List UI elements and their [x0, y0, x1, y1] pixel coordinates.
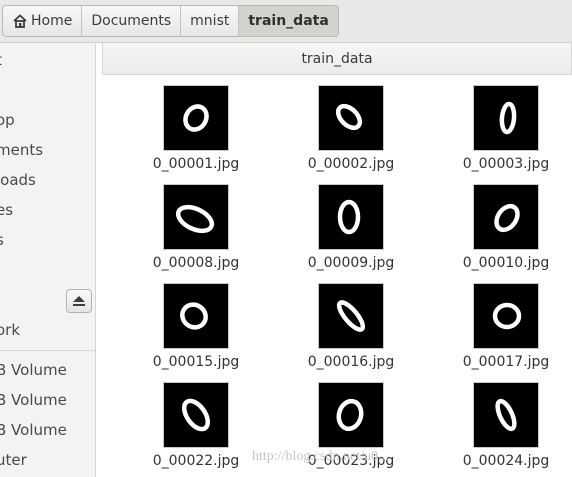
- sidebar-item[interactable]: uter: [0, 451, 27, 469]
- eject-button[interactable]: [66, 289, 92, 313]
- crumb-documents[interactable]: Documents: [82, 6, 182, 36]
- file-item[interactable]: 0_00024.jpg: [436, 382, 572, 474]
- sidebar-item-label: t: [0, 51, 2, 69]
- image-thumbnail: [163, 382, 229, 448]
- file-name: 0_00015.jpg: [152, 354, 240, 370]
- crumb-label: mnist: [190, 13, 230, 29]
- file-item[interactable]: 0_00015.jpg: [126, 283, 266, 375]
- file-item[interactable]: 0_00010.jpg: [436, 184, 572, 276]
- file-name: 0_00016.jpg: [307, 354, 395, 370]
- sidebar-item[interactable]: ork: [0, 321, 20, 339]
- crumb-home[interactable]: Home: [3, 6, 83, 36]
- image-thumbnail: [163, 184, 229, 250]
- file-name: 0_00024.jpg: [462, 453, 550, 469]
- file-name: 0_00003.jpg: [462, 156, 550, 172]
- sidebar-item-label: uter: [0, 451, 27, 469]
- sidebar-item-label: es: [0, 201, 14, 219]
- file-name: 0_00009.jpg: [307, 255, 395, 271]
- file-name: 0_00022.jpg: [152, 453, 240, 469]
- image-thumbnail: [163, 283, 229, 349]
- sidebar-item[interactable]: B Volume: [0, 421, 67, 439]
- sidebar-item-label: ork: [0, 321, 21, 339]
- crumb-label: Documents: [91, 13, 172, 29]
- image-thumbnail: [473, 85, 539, 151]
- image-thumbnail: [318, 85, 384, 151]
- image-thumbnail: [318, 184, 384, 250]
- file-view: train_data 0_00001.jpg 0_00002.jpg 0_00003…: [96, 43, 572, 477]
- sidebar-item[interactable]: t: [0, 51, 2, 69]
- sidebar: t op ments loads es s ork B Volume B Vol…: [0, 43, 96, 477]
- file-item[interactable]: 0_00003.jpg: [436, 85, 572, 177]
- file-item[interactable]: 0_00001.jpg: [126, 85, 266, 177]
- file-name: 0_00001.jpg: [152, 156, 240, 172]
- file-name: 0_00002.jpg: [307, 156, 395, 172]
- sidebar-item-label: B Volume: [0, 421, 67, 439]
- file-item[interactable]: 0_00017.jpg: [436, 283, 572, 375]
- sidebar-item-label: s: [0, 231, 4, 249]
- sidebar-item-label: op: [0, 111, 15, 129]
- eject-icon: [73, 296, 85, 306]
- sidebar-item[interactable]: B Volume: [0, 361, 67, 379]
- file-item[interactable]: 0_00022.jpg: [126, 382, 266, 474]
- breadcrumb: Home Documents mnist train_data: [2, 5, 339, 37]
- sidebar-item-label: B Volume: [0, 391, 67, 409]
- image-thumbnail: [163, 85, 229, 151]
- sidebar-item[interactable]: op: [0, 111, 15, 129]
- file-name: 0_00010.jpg: [462, 255, 550, 271]
- sidebar-item-label: ments: [0, 141, 44, 159]
- path-bar: Home Documents mnist train_data: [0, 0, 572, 43]
- sidebar-item[interactable]: s: [0, 231, 4, 249]
- crumb-train-data[interactable]: train_data: [239, 6, 338, 36]
- watermark: http://blog.csdn.net/u0...: [252, 449, 389, 464]
- sidebar-item-label: loads: [0, 171, 36, 189]
- sidebar-item-label: B Volume: [0, 361, 67, 379]
- sidebar-item[interactable]: B Volume: [0, 391, 67, 409]
- folder-title: train_data: [301, 50, 373, 67]
- image-thumbnail: [318, 283, 384, 349]
- file-name: 0_00008.jpg: [152, 255, 240, 271]
- crumb-label: Home: [31, 13, 73, 29]
- sidebar-item[interactable]: es: [0, 201, 13, 219]
- file-item[interactable]: 0_00008.jpg: [126, 184, 266, 276]
- crumb-mnist[interactable]: mnist: [181, 6, 240, 36]
- image-thumbnail: [473, 283, 539, 349]
- file-item[interactable]: 0_00009.jpg: [281, 184, 421, 276]
- file-name: 0_00017.jpg: [462, 354, 550, 370]
- image-thumbnail: [473, 382, 539, 448]
- crumb-label: train_data: [248, 13, 329, 29]
- image-thumbnail: [318, 382, 384, 448]
- home-icon: [13, 14, 27, 28]
- file-item[interactable]: 0_00016.jpg: [281, 283, 421, 375]
- view-header: train_data: [102, 43, 572, 75]
- image-thumbnail: [473, 184, 539, 250]
- sidebar-divider: [0, 350, 95, 351]
- sidebar-item[interactable]: loads: [0, 171, 36, 189]
- file-item[interactable]: 0_00002.jpg: [281, 85, 421, 177]
- sidebar-item[interactable]: ments: [0, 141, 43, 159]
